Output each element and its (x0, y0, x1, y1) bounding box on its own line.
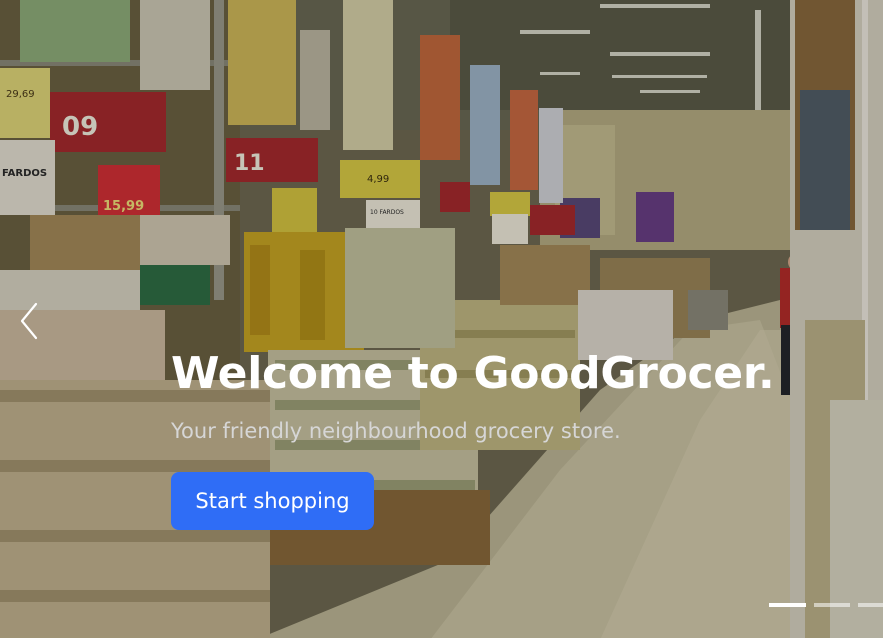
carousel-prev-button[interactable] (16, 300, 44, 342)
carousel-indicator-3[interactable] (858, 603, 883, 607)
chevron-left-icon (20, 302, 38, 340)
start-shopping-button[interactable]: Start shopping (171, 472, 374, 530)
hero-carousel: 29,69 09 11 4,99 15,99 FARDOS 10 FARDOS (0, 0, 883, 638)
hero-title: Welcome to GoodGrocer. (171, 348, 775, 399)
hero-caption: Welcome to GoodGrocer. Your friendly nei… (171, 346, 775, 444)
carousel-indicators (769, 603, 883, 609)
carousel-indicator-2[interactable] (814, 603, 850, 607)
hero-overlay (0, 0, 883, 638)
carousel-indicator-1[interactable] (769, 603, 806, 607)
hero-subtitle: Your friendly neighbourhood grocery stor… (171, 419, 621, 443)
